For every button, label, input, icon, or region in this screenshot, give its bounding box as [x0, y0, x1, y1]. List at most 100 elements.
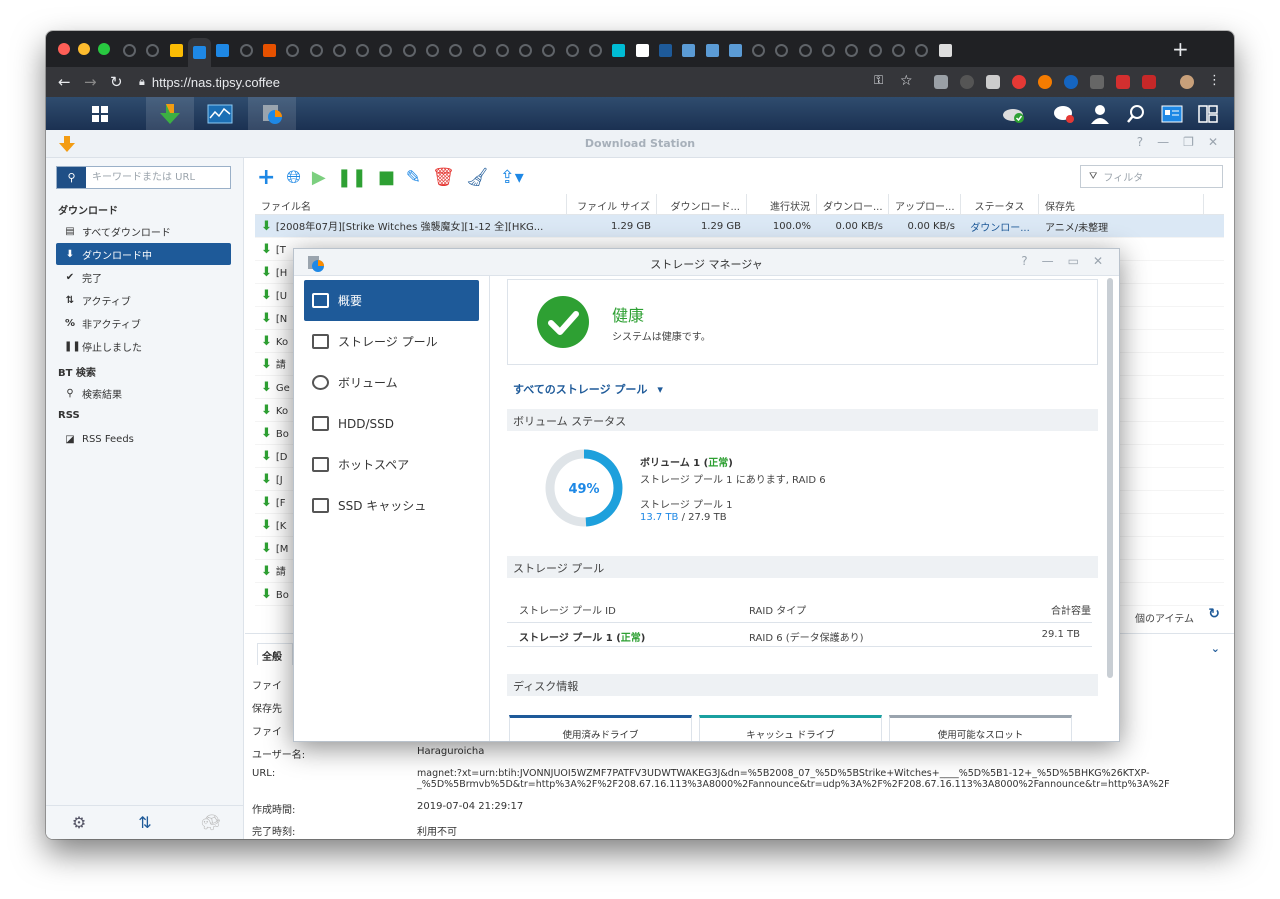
browser-tab[interactable]: [467, 38, 490, 62]
minimize-window-button[interactable]: [78, 43, 90, 55]
browser-tab[interactable]: [910, 38, 933, 62]
maximize-icon[interactable]: ▭: [1068, 254, 1079, 268]
help-icon[interactable]: ?: [1137, 135, 1143, 149]
zoom-window-button[interactable]: [98, 43, 110, 55]
browser-tab[interactable]: [328, 38, 351, 62]
sidebar-item-all[interactable]: ▤ すべてダウンロード: [56, 220, 231, 242]
browser-tab[interactable]: [794, 38, 817, 62]
minimize-icon[interactable]: —: [1157, 135, 1169, 149]
table-row[interactable]: ⬇ [2008年07月][Strike Witches 強襲魔女][1-12 全]…: [255, 215, 1224, 238]
settings-gear-icon[interactable]: ⚙: [46, 806, 112, 839]
nav-hdd-ssd[interactable]: HDD/SSD: [304, 403, 479, 444]
sidebar-item-stopped[interactable]: ❚❚ 停止しました: [56, 335, 231, 357]
adblock-icon[interactable]: [1116, 75, 1130, 89]
browser-tab[interactable]: [444, 38, 467, 62]
column-header[interactable]: ファイル サイズ: [567, 194, 657, 214]
extension-icon[interactable]: [986, 75, 1000, 89]
browser-tab[interactable]: [584, 38, 607, 62]
browser-tab[interactable]: [374, 38, 397, 62]
pool-selector[interactable]: すべてのストレージ プール ▾: [513, 381, 663, 397]
nav-hot-spare[interactable]: ホットスペア: [304, 444, 479, 485]
stop-icon[interactable]: ■: [378, 167, 395, 188]
reload-icon[interactable]: ↻: [110, 73, 123, 91]
available-slots-card[interactable]: 使用可能なスロット: [889, 715, 1072, 741]
column-header[interactable]: ファイル名: [255, 194, 567, 214]
collapse-chevron-icon[interactable]: ⌄: [1211, 642, 1220, 655]
key-icon[interactable]: ⚿: [874, 73, 883, 88]
browser-tab[interactable]: [421, 38, 444, 62]
browser-tab[interactable]: [700, 38, 723, 62]
share-icon[interactable]: ⇪▾: [500, 167, 524, 188]
extension-icon[interactable]: [1012, 75, 1026, 89]
column-header[interactable]: ダウンロー...: [817, 194, 889, 214]
extension-icon[interactable]: [1038, 75, 1052, 89]
menu-icon[interactable]: ⋮: [1208, 73, 1221, 88]
close-icon[interactable]: ✕: [1208, 135, 1218, 149]
browser-tab[interactable]: [304, 38, 327, 62]
scrollbar[interactable]: [1107, 278, 1113, 678]
browser-tab[interactable]: [211, 38, 234, 62]
browser-tab[interactable]: [747, 38, 770, 62]
refresh-icon[interactable]: ↻: [1208, 606, 1220, 622]
nav-ssd-cache[interactable]: SSD キャッシュ: [304, 485, 479, 526]
main-menu-button[interactable]: [76, 97, 124, 130]
close-window-button[interactable]: [58, 43, 70, 55]
address-bar[interactable]: 🔒︎ https://nas.tipsy.coffee: [139, 69, 280, 95]
broom-icon[interactable]: 🧹︎: [466, 167, 489, 188]
sidebar-item-active[interactable]: ⇅ アクティブ: [56, 289, 231, 311]
bookmark-star-icon[interactable]: ☆: [900, 73, 913, 89]
filter-input[interactable]: ⛛ フィルタ: [1080, 165, 1223, 188]
nav-storage-pool[interactable]: ストレージ プール: [304, 321, 479, 362]
browser-tab[interactable]: [561, 38, 584, 62]
search-box[interactable]: ⚲ キーワードまたは URL: [56, 166, 231, 189]
sidebar-item-downloading[interactable]: ⬇ ダウンロード中: [56, 243, 231, 265]
browser-tab[interactable]: [933, 38, 956, 62]
browser-tab[interactable]: [187, 38, 212, 67]
table-row[interactable]: ストレージ プール 1 (正常) RAID 6 (データ保護あり) 29.1 T…: [507, 623, 1092, 647]
browser-tab[interactable]: [165, 38, 188, 62]
trash-icon[interactable]: 🗑︎: [432, 167, 455, 188]
nav-volume[interactable]: ボリューム: [304, 362, 479, 403]
tab-general[interactable]: 全般: [257, 643, 293, 665]
cache-drives-card[interactable]: キャッシュ ドライブ: [699, 715, 882, 741]
sidebar-item-completed[interactable]: ✔ 完了: [56, 266, 231, 288]
extension-icon[interactable]: [960, 75, 974, 89]
used-drives-card[interactable]: 使用済みドライブ: [509, 715, 692, 741]
resource-monitor-task[interactable]: [196, 97, 244, 130]
browser-tab[interactable]: [631, 38, 654, 62]
back-icon[interactable]: ←: [58, 73, 71, 91]
download-station-task[interactable]: [146, 97, 194, 130]
sidebar-item-inactive[interactable]: % 非アクティブ: [56, 312, 231, 334]
browser-tab[interactable]: [724, 38, 747, 62]
browser-tab[interactable]: [514, 38, 537, 62]
browser-tab[interactable]: [351, 38, 374, 62]
minimize-icon[interactable]: —: [1042, 254, 1054, 268]
cloud-sync-status[interactable]: [990, 97, 1038, 130]
column-header[interactable]: 進行状況: [747, 194, 817, 214]
browser-tab[interactable]: [537, 38, 560, 62]
extension-icon[interactable]: [1090, 75, 1104, 89]
transfer-icon[interactable]: ⇅: [112, 806, 178, 839]
play-icon[interactable]: ▶: [312, 167, 326, 188]
column-header[interactable]: アップロー...: [889, 194, 961, 214]
pause-icon[interactable]: ❚❚: [337, 167, 367, 188]
maximize-icon[interactable]: ❐: [1183, 135, 1194, 149]
show-desktop-button[interactable]: [1184, 97, 1232, 130]
browser-tab[interactable]: [281, 38, 304, 62]
new-tab-button[interactable]: +: [1172, 37, 1189, 61]
column-header[interactable]: ダウンロード...: [657, 194, 747, 214]
edit-pencil-icon[interactable]: ✎: [406, 167, 421, 188]
help-icon[interactable]: ?: [1021, 254, 1027, 268]
extension-icon[interactable]: [1064, 75, 1078, 89]
browser-tab[interactable]: [654, 38, 677, 62]
extension-icon[interactable]: [934, 75, 948, 89]
forward-icon[interactable]: →: [84, 73, 97, 91]
add-icon[interactable]: +: [257, 165, 275, 190]
ublock-icon[interactable]: [1142, 75, 1156, 89]
browser-tab[interactable]: [234, 38, 257, 62]
sidebar-item-rss-feeds[interactable]: ◪ RSS Feeds: [56, 428, 231, 450]
profile-avatar[interactable]: [1180, 75, 1194, 89]
search-input[interactable]: キーワードまたは URL: [86, 167, 195, 188]
close-icon[interactable]: ✕: [1093, 254, 1103, 268]
sidebar-item-search-results[interactable]: ⚲ 検索結果: [56, 382, 231, 404]
